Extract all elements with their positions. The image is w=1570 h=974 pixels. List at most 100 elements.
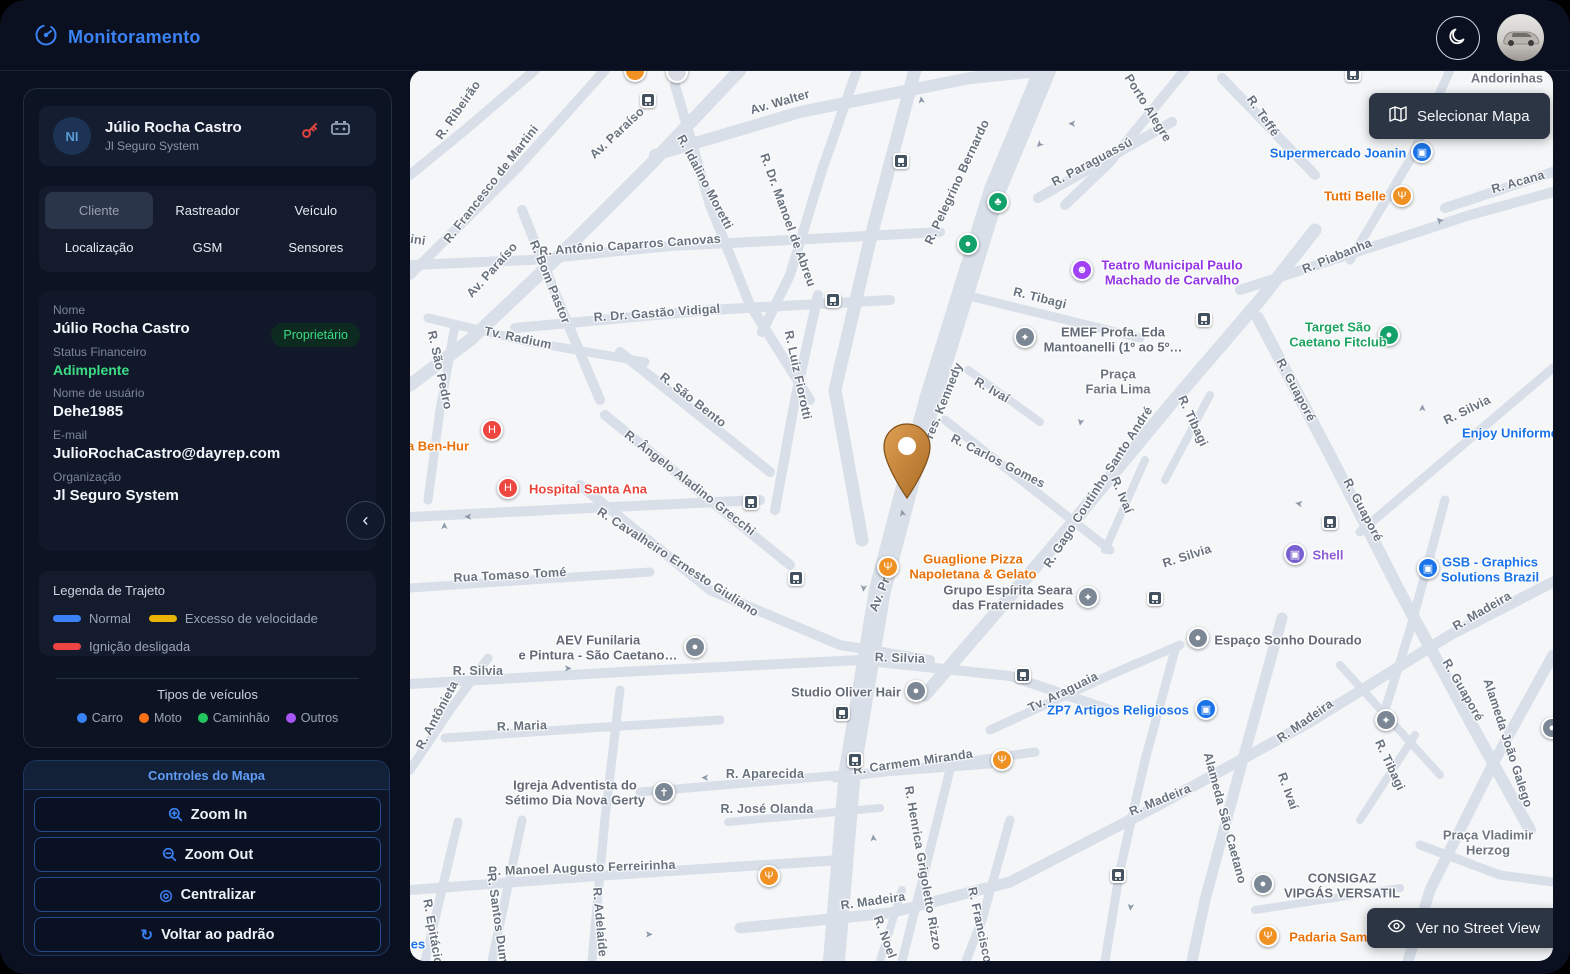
- transit-station-icon[interactable]: [1322, 514, 1338, 530]
- owner-badge: Proprietário: [271, 323, 360, 347]
- truck-dot-icon: [197, 713, 208, 723]
- hospital-pin-west-pin[interactable]: H: [481, 419, 503, 441]
- tab-localizacao[interactable]: Localização: [45, 229, 153, 266]
- center-icon: ◎: [159, 886, 173, 904]
- tab-cliente[interactable]: Cliente: [45, 192, 154, 229]
- field-label-nome: Nome: [53, 303, 86, 317]
- vehicle-type-moto: Moto: [138, 711, 182, 725]
- igreja-adventista-label[interactable]: Igreja Adventista do Sétimo Dia Nova Ger…: [505, 778, 645, 809]
- user-avatar[interactable]: [1497, 14, 1544, 61]
- legend-title: Legenda de Trajeto: [53, 583, 166, 598]
- shell-pin[interactable]: ▣: [1284, 543, 1306, 565]
- studio-oliver-hair-label[interactable]: Studio Oliver Hair: [791, 684, 901, 699]
- igreja-adventista-pin[interactable]: ✝: [653, 781, 675, 803]
- guaglione-pizza-label[interactable]: Guaglione Pizza Napoletana & Gelato: [909, 552, 1036, 583]
- park-dot-pin-pin[interactable]: ●: [957, 233, 979, 255]
- transit-station-icon[interactable]: [893, 153, 909, 169]
- battery-icon[interactable]: [330, 119, 352, 142]
- school-pin-se-pin[interactable]: ✦: [1375, 709, 1397, 731]
- map-canvas[interactable]: R. Ribeirão R. Francesco de Martini Av. Pa…: [410, 70, 1553, 961]
- shell-label[interactable]: Shell: [1312, 547, 1343, 562]
- street-label: R. Aparecida: [725, 767, 805, 781]
- hospital-santa-ana-label[interactable]: Hospital Santa Ana: [529, 481, 647, 496]
- guaglione-pizza-pin[interactable]: Ψ: [877, 556, 899, 578]
- route-legend-card: Legenda de Trajeto Normal Excesso de vel…: [39, 571, 376, 656]
- road: [1235, 187, 1553, 295]
- ben-hur-label[interactable]: a Ben-Hur: [410, 438, 469, 453]
- praca-faria-lima-label[interactable]: Praça Faria Lima: [1085, 367, 1150, 398]
- transit-station-icon[interactable]: [825, 292, 841, 308]
- gsb-graphics-pin[interactable]: ▣: [1417, 557, 1439, 579]
- transit-station-icon[interactable]: [640, 92, 656, 108]
- hospital-santa-ana-pin[interactable]: H: [497, 477, 519, 499]
- aev-funilaria-pin[interactable]: ●: [684, 636, 706, 658]
- espaco-sonho-dourado-pin[interactable]: ●: [1187, 627, 1209, 649]
- road: [440, 715, 725, 743]
- monitoring-logo-icon: [34, 23, 58, 52]
- street-view-button[interactable]: Ver no Street View: [1367, 908, 1553, 948]
- sidebar-collapse-button[interactable]: ‹: [346, 501, 385, 540]
- app-window: Monitoramento NI Júlio Rocha Castro Jl S…: [0, 0, 1570, 974]
- zp7-artigos-pin[interactable]: ▣: [1195, 698, 1217, 720]
- location-marker[interactable]: [882, 422, 932, 502]
- eye-icon: [1387, 919, 1406, 937]
- consigaz-pin[interactable]: ●: [1252, 873, 1274, 895]
- transit-station-icon[interactable]: [1345, 70, 1361, 82]
- select-map-button[interactable]: Selecionar Mapa: [1369, 93, 1550, 139]
- transit-station-icon[interactable]: [1110, 867, 1126, 883]
- espaco-sonho-dourado-label[interactable]: Espaço Sonho Dourado: [1214, 632, 1361, 647]
- transit-station-icon[interactable]: [743, 494, 759, 510]
- center-map-button[interactable]: ◎ Centralizar: [34, 877, 381, 912]
- tutti-belle-pin[interactable]: Ψ: [1391, 185, 1413, 207]
- restaurant-pin-south-pin[interactable]: Ψ: [758, 865, 780, 887]
- transit-station-icon[interactable]: [788, 570, 804, 586]
- client-name: Júlio Rocha Castro: [105, 119, 242, 136]
- transit-station-icon[interactable]: [834, 705, 850, 721]
- praca-vladimir-herzog-label[interactable]: Praça Vladimir Herzog: [1443, 828, 1533, 859]
- ignition-off-swatch: [53, 643, 81, 650]
- es-fragment-label[interactable]: es: [411, 936, 425, 951]
- teatro-municipal-label[interactable]: Teatro Municipal Paulo Machado de Carval…: [1101, 258, 1242, 289]
- transit-station-icon[interactable]: [1015, 667, 1031, 683]
- road-direction-arrow: ➤: [857, 583, 869, 593]
- target-fitclub-label[interactable]: Target São Caetano Fitclub: [1289, 320, 1387, 351]
- transit-station-icon[interactable]: [847, 752, 863, 768]
- park-tree-pin-pin[interactable]: ♣: [987, 191, 1009, 213]
- car-dot-icon: [76, 713, 87, 723]
- field-label-status: Status Financeiro: [53, 345, 147, 359]
- supermercado-joanin-pin[interactable]: ▣: [1411, 141, 1433, 163]
- andorinhas-label[interactable]: Andorinhas: [1471, 70, 1543, 85]
- supermercado-joanin-label[interactable]: Supermercado Joanin: [1270, 145, 1407, 160]
- padaria-samara-pin[interactable]: Ψ: [1257, 925, 1279, 947]
- road-direction-arrow: ➤: [1124, 902, 1136, 912]
- emef-school-pin[interactable]: ✦: [1014, 326, 1036, 348]
- aev-funilaria-label[interactable]: AEV Funilaria e Pintura - São Caetano…: [519, 633, 678, 664]
- theme-toggle-button[interactable]: [1436, 16, 1480, 60]
- emef-school-label[interactable]: EMEF Profa. Eda Mantoanelli (1º ao 5º…: [1044, 325, 1183, 356]
- transit-station-icon[interactable]: [1147, 590, 1163, 606]
- enjoy-uniforme-label[interactable]: Enjoy Uniforme: [1462, 425, 1553, 440]
- zoom-out-button[interactable]: Zoom Out: [34, 837, 381, 872]
- road: [1355, 363, 1553, 537]
- road: [410, 655, 1115, 715]
- teatro-municipal-pin[interactable]: ☻: [1071, 259, 1093, 281]
- grupo-espirita-label[interactable]: Grupo Espírita Seara das Fraternidades: [943, 583, 1072, 614]
- transit-station-icon[interactable]: [1196, 311, 1212, 327]
- restaurant-pin-center-pin[interactable]: Ψ: [991, 749, 1013, 771]
- zp7-artigos-label[interactable]: ZP7 Artigos Religiosos: [1047, 702, 1189, 717]
- tab-sensores[interactable]: Sensores: [262, 229, 370, 266]
- reset-map-button[interactable]: ↻ Voltar ao padrão: [34, 917, 381, 952]
- gsb-graphics-label[interactable]: GSB - Graphics Solutions Brazil: [1441, 555, 1539, 586]
- speeding-route-swatch: [148, 615, 177, 622]
- grupo-espirita-pin[interactable]: ✦: [1077, 586, 1099, 608]
- studio-oliver-hair-pin[interactable]: ●: [905, 680, 927, 702]
- street-label: R. Silvia: [452, 664, 504, 678]
- key-icon[interactable]: [300, 120, 320, 145]
- zoom-in-button[interactable]: Zoom In: [34, 797, 381, 832]
- tab-veiculo[interactable]: Veículo: [262, 192, 370, 229]
- tab-gsm[interactable]: GSM: [153, 229, 261, 266]
- client-details-card: Nome Júlio Rocha Castro Proprietário Sta…: [39, 291, 376, 551]
- consigaz-label[interactable]: CONSIGAZ VIPGÁS VERSATIL: [1284, 871, 1400, 902]
- tab-rastreador[interactable]: Rastreador: [153, 192, 261, 229]
- tutti-belle-label[interactable]: Tutti Belle: [1324, 188, 1386, 203]
